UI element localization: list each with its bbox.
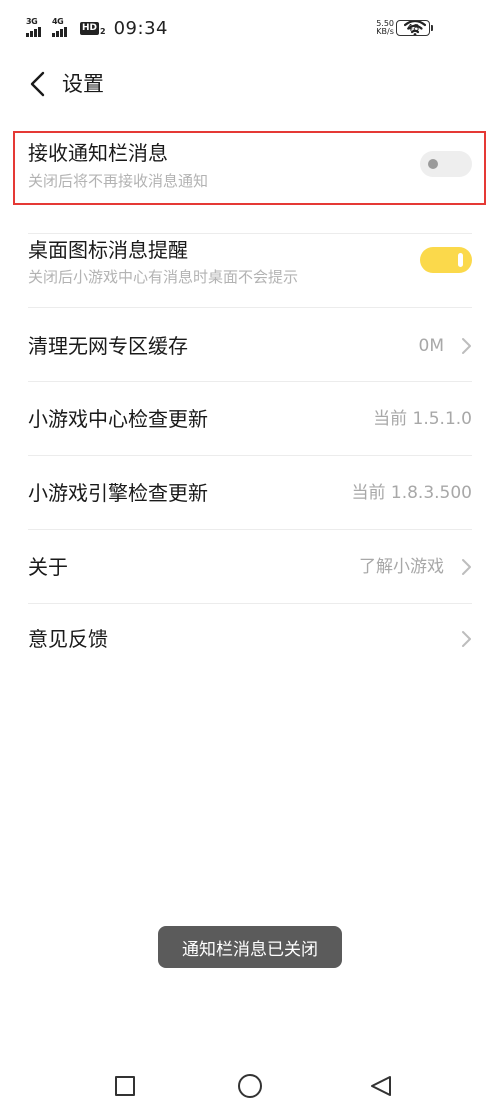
setting-row-notification-bar[interactable]: 接收通知栏消息 关闭后将不再接收消息通知 — [28, 134, 472, 234]
setting-title: 清理无网专区缓存 — [28, 334, 188, 358]
battery-icon: 48 — [396, 20, 433, 36]
status-time: 09:34 — [113, 17, 168, 39]
hd-sub-label: 2 — [100, 26, 106, 36]
signal-4g-icon: 4G — [52, 17, 74, 39]
setting-title: 意见反馈 — [28, 627, 108, 651]
toggle-knob — [458, 253, 463, 267]
chevron-left-icon[interactable] — [26, 70, 50, 98]
notification-toggle[interactable] — [420, 151, 472, 177]
setting-row-clear-cache[interactable]: 清理无网专区缓存 0M — [28, 308, 472, 382]
status-bar: 3G 4G HD 2 09:34 5.50 KB/s 48 — [0, 0, 500, 56]
setting-row-engine-update[interactable]: 小游戏引擎检查更新 当前 1.8.3.500 — [28, 456, 472, 530]
desktop-badge-toggle[interactable] — [420, 247, 472, 273]
signal-3g-label: 3G — [26, 17, 38, 26]
hd-label: HD — [80, 21, 100, 35]
chevron-right-icon — [462, 559, 471, 575]
chevron-right-icon — [462, 338, 471, 354]
circle-icon[interactable] — [238, 1074, 262, 1098]
setting-title: 小游戏中心检查更新 — [28, 407, 208, 431]
about-value: 了解小游戏 — [359, 557, 444, 577]
setting-row-about[interactable]: 关于 了解小游戏 — [28, 530, 472, 604]
setting-row-desktop-badge[interactable]: 桌面图标消息提醒 关闭后小游戏中心有消息时桌面不会提示 — [28, 234, 472, 308]
cache-size-value: 0M — [418, 336, 444, 356]
setting-row-feedback[interactable]: 意见反馈 — [28, 604, 472, 678]
header: 设置 — [0, 60, 500, 108]
battery-level: 48 — [406, 22, 420, 34]
triangle-back-icon[interactable] — [368, 1074, 394, 1098]
toggle-knob — [428, 159, 438, 169]
hd-voice-icon: HD 2 — [80, 21, 106, 36]
setting-title: 桌面图标消息提醒 — [28, 238, 188, 262]
signal-4g-label: 4G — [52, 17, 64, 26]
signal-3g-icon: 3G — [26, 17, 48, 39]
engine-version-value: 当前 1.8.3.500 — [351, 483, 472, 503]
page-title: 设置 — [62, 72, 104, 96]
setting-title: 关于 — [28, 555, 68, 579]
square-icon[interactable] — [115, 1076, 135, 1096]
setting-title: 小游戏引擎检查更新 — [28, 481, 208, 505]
network-speed: 5.50 KB/s — [376, 20, 394, 36]
center-version-value: 当前 1.5.1.0 — [373, 409, 472, 429]
chevron-right-icon — [462, 631, 471, 647]
toast-notification: 通知栏消息已关闭 — [158, 926, 342, 968]
setting-subtitle: 关闭后将不再接收消息通知 — [28, 172, 209, 190]
setting-subtitle: 关闭后小游戏中心有消息时桌面不会提示 — [28, 268, 299, 286]
setting-title: 接收通知栏消息 — [28, 141, 168, 165]
setting-row-center-update[interactable]: 小游戏中心检查更新 当前 1.5.1.0 — [28, 382, 472, 456]
toast-message: 通知栏消息已关闭 — [182, 939, 318, 960]
network-speed-unit: KB/s — [376, 27, 394, 36]
status-bar-left: 3G 4G HD 2 09:34 — [26, 14, 168, 42]
